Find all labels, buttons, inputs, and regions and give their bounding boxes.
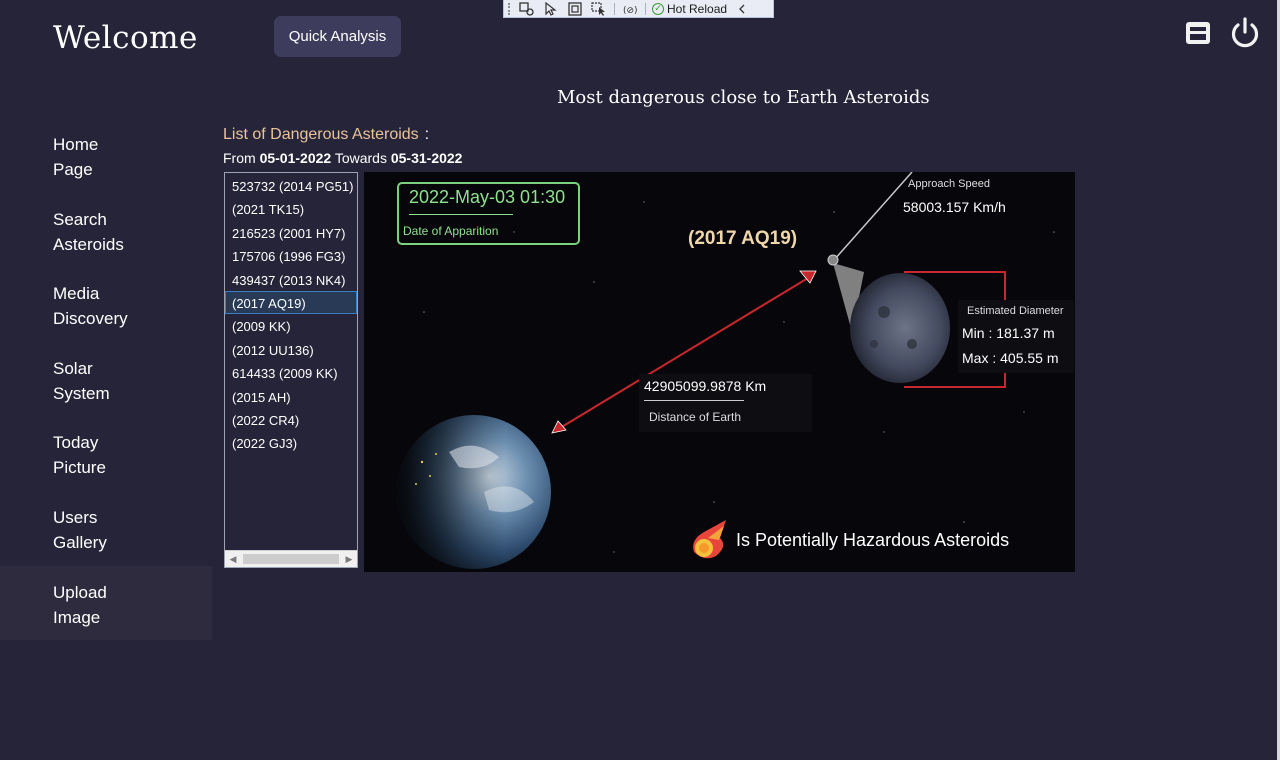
live-tree-icon[interactable] <box>518 1 536 16</box>
to-date: 05-31-2022 <box>390 150 463 166</box>
distance-caption: Distance of Earth <box>649 410 742 424</box>
list-item[interactable]: 439437 (2013 NK4) <box>225 268 357 291</box>
distance-value: 42905099.9878 Km <box>644 378 767 394</box>
list-item[interactable]: (2022 CR4) <box>225 408 357 431</box>
hot-reload-status[interactable]: ✓ Hot Reload <box>652 2 727 16</box>
sidebar-item-label: Today <box>53 433 99 453</box>
dev-toolbar: (⊘) ✓ Hot Reload <box>503 0 774 18</box>
apparition-date-box: 2022-May-03 01:30 Date of Apparition <box>397 182 580 245</box>
sidebar-item-upload-image[interactable]: Upload Image <box>0 565 212 641</box>
list-item[interactable]: 523732 (2014 PG51) <box>225 174 357 197</box>
meteor-icon-spacer <box>686 518 730 562</box>
distance-divider <box>644 400 744 401</box>
apparition-date: 2022-May-03 01:30 <box>409 187 566 207</box>
speed-value: 58003.157 Km/h <box>903 199 1006 215</box>
asteroid-body <box>850 273 950 383</box>
sidebar-item-label: Discovery <box>53 309 128 329</box>
sidebar-item-label: Solar <box>53 358 93 378</box>
list-item[interactable]: (2009 KK) <box>225 314 357 337</box>
list-item[interactable]: (2021 TK15) <box>225 197 357 220</box>
track-focus-icon[interactable] <box>590 1 608 16</box>
sidebar-item-today-picture[interactable]: Today Picture <box>0 416 212 491</box>
sidebar-item-label: Gallery <box>53 532 107 552</box>
asteroid-marker <box>827 254 839 266</box>
arrow-head-earth <box>551 420 567 434</box>
sidebar-item-label: Home <box>53 135 99 154</box>
from-label: From <box>223 150 256 166</box>
list-item[interactable]: 175706 (1996 FG3) <box>225 244 357 267</box>
check-icon: ✓ <box>652 2 664 15</box>
binding-failures-icon[interactable]: (⊘) <box>621 2 639 16</box>
select-element-icon[interactable] <box>542 1 560 16</box>
speed-line <box>833 172 913 261</box>
display-adorners-icon[interactable] <box>566 1 584 16</box>
toolbar-separator <box>645 2 646 15</box>
sidebar-item-label: Users <box>53 507 98 527</box>
sidebar-item-home-page[interactable]: Home Page <box>0 118 212 193</box>
asteroid-scene: 2022-May-03 01:30 Date of Apparition (20… <box>364 172 1075 572</box>
list-item[interactable]: (2015 AH) <box>225 385 357 408</box>
list-item[interactable]: (2022 GJ3) <box>225 431 357 454</box>
from-date: 05-01-2022 <box>259 150 332 166</box>
list-item[interactable]: 216523 (2001 HY7) <box>225 221 357 244</box>
diameter-panel: Estimated Diameter Min : 181.37 m Max : … <box>958 300 1074 373</box>
sidebar-item-solar-system[interactable]: Solar System <box>0 342 212 417</box>
sidebar-item-label: System <box>53 383 110 403</box>
asteroid-name: (2017 AQ19) <box>688 228 798 249</box>
list-item[interactable]: 614433 (2009 KK) <box>225 361 357 384</box>
sidebar-item-media-discovery[interactable]: Media Discovery <box>0 267 212 342</box>
power-icon[interactable] <box>1228 16 1262 50</box>
list-heading-colon: : <box>424 126 430 143</box>
sidebar-item-label: Search <box>53 209 107 229</box>
list-heading-text: List of Dangerous Asteroids <box>223 126 419 143</box>
towards-label: Towards <box>334 150 387 166</box>
diameter-caption: Estimated Diameter <box>967 305 1064 317</box>
hazard-indicator: Is Potentially Hazardous Asteroids <box>686 518 1009 562</box>
sidebar-item-label: Image <box>53 607 101 627</box>
asteroid-listbox[interactable]: 523732 (2014 PG51) (2021 TK15) 216523 (2… <box>224 172 358 568</box>
sidebar-item-search-asteroids[interactable]: Search Asteroids <box>0 193 212 268</box>
welcome-title: Welcome <box>53 20 198 56</box>
scroll-left-icon[interactable]: ◀ <box>225 551 241 567</box>
date-range: From 05-01-2022 Towards 05-31-2022 <box>223 150 462 166</box>
apparition-caption: Date of Apparition <box>403 224 499 238</box>
hazard-text: Is Potentially Hazardous Asteroids <box>736 529 1010 550</box>
list-item-selected[interactable]: (2017 AQ19) <box>225 290 357 315</box>
scroll-right-icon[interactable]: ▶ <box>341 551 357 567</box>
list-heading: List of Dangerous Asteroids: <box>223 126 429 144</box>
toolbar-separator <box>614 2 615 15</box>
date-divider <box>409 214 513 215</box>
distance-panel: 42905099.9878 Km Distance of Earth <box>639 374 812 432</box>
svg-text:(⊘): (⊘) <box>623 6 638 16</box>
quick-analysis-button[interactable]: Quick Analysis <box>274 16 401 57</box>
hot-reload-label: Hot Reload <box>667 1 728 16</box>
sidebar-item-users-gallery[interactable]: Users Gallery <box>0 491 212 566</box>
list-item[interactable]: (2012 UU136) <box>225 338 357 361</box>
page-title: Most dangerous close to Earth Asteroids <box>557 87 930 108</box>
collapse-chevron-icon[interactable] <box>733 2 751 16</box>
sidebar-item-label: Page <box>53 160 93 179</box>
sidebar-item-label: Media <box>53 284 100 304</box>
sidebar-nav: Home Page Search Asteroids Media Discove… <box>0 118 212 641</box>
horizontal-scrollbar[interactable]: ◀ ▶ <box>225 550 357 567</box>
sidebar-item-label: Upload <box>53 582 107 602</box>
diameter-max: Max : 405.55 m <box>962 350 1059 366</box>
speed-caption: Approach Speed <box>908 178 990 190</box>
minimize-window-icon[interactable] <box>1183 18 1213 48</box>
sidebar-item-label: Picture <box>53 458 106 478</box>
diameter-min: Min : 181.37 m <box>962 325 1055 341</box>
sidebar-item-label: Asteroids <box>53 234 124 254</box>
scrollbar-thumb[interactable] <box>243 554 339 564</box>
toolbar-grip[interactable] <box>508 2 512 15</box>
